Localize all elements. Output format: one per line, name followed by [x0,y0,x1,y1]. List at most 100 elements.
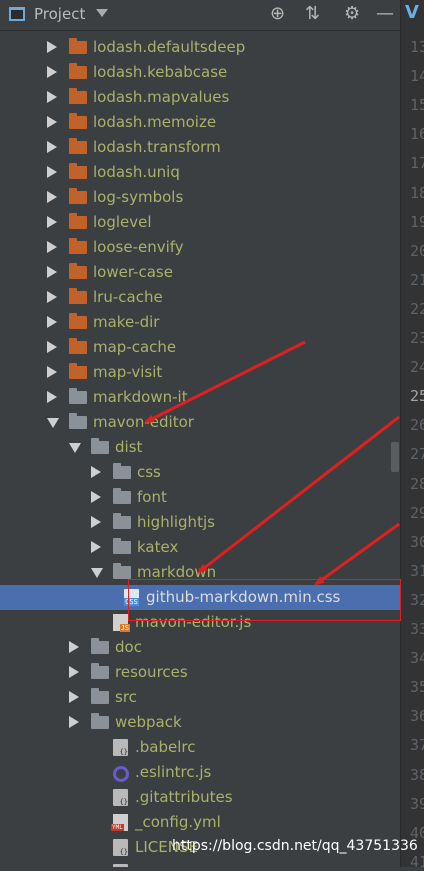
line-number: 36 [410,707,424,726]
watermark-text: https://blog.csdn.net/qq_43751336 [172,838,418,854]
chevron-right-icon[interactable] [47,91,57,103]
chevron-right-icon[interactable] [69,641,79,653]
chevron-down-icon[interactable] [69,443,81,453]
folder-icon [69,113,87,129]
chevron-right-icon[interactable] [91,516,101,528]
tree-row[interactable]: lodash.uniq [0,160,400,185]
tree-item-label: map-cache [93,338,177,356]
tree-item-label: .gitattributes [135,788,233,806]
tree-row[interactable]: mavon-editor [0,410,400,435]
collapse-all-icon[interactable]: ⇅ [305,4,320,24]
chevron-down-icon[interactable] [91,568,103,578]
tree-row[interactable]: map-visit [0,360,400,385]
settings-icon[interactable]: ⚙ [344,4,360,24]
tree-row[interactable]: font [0,485,400,510]
tree-row[interactable]: lower-case [0,260,400,285]
tree-scrollbar[interactable] [391,442,399,472]
tree-row[interactable]: {} .babelrc [0,735,400,760]
project-view-title[interactable]: Project [34,5,85,23]
tree-row[interactable]: loglevel [0,210,400,235]
tree-item-label: make-dir [93,313,160,331]
locate-icon[interactable]: ⊕ [270,4,285,24]
tree-item-label: .babelrc [135,738,196,756]
chevron-right-icon[interactable] [47,141,57,153]
tree-row[interactable]: CSS github-markdown.min.css [0,585,400,610]
line-number: 35 [410,678,424,697]
tree-row[interactable]: css [0,460,400,485]
tree-row[interactable]: map-cache [0,335,400,360]
line-number: 28 [410,474,424,493]
tree-item-label: webpack [115,713,182,731]
chevron-right-icon[interactable] [47,41,57,53]
tree-item-label: .eslintrc.js [135,763,212,781]
tree-row[interactable]: lodash.defaultsdeep [0,35,400,60]
tree-row[interactable]: loose-envify [0,235,400,260]
tree-row[interactable]: resources [0,660,400,685]
folder-icon [69,163,87,179]
css-file-icon: CSS [124,589,139,606]
tree-row[interactable]: {} [0,860,400,867]
tree-row[interactable]: doc [0,635,400,660]
hide-icon[interactable]: — [376,4,394,24]
tree-row[interactable]: webpack [0,710,400,735]
chevron-right-icon[interactable] [91,541,101,553]
chevron-right-icon[interactable] [91,466,101,478]
chevron-right-icon[interactable] [47,341,57,353]
folder-icon [91,688,109,704]
tree-row[interactable]: lodash.memoize [0,110,400,135]
folder-icon [113,513,131,529]
tree-row[interactable]: src [0,685,400,710]
dropdown-icon[interactable] [96,9,108,17]
line-number: 13 [410,38,424,56]
chevron-right-icon[interactable] [47,166,57,178]
tree-row[interactable]: dist [0,435,400,460]
tree-item-label: lodash.uniq [93,163,180,181]
chevron-right-icon[interactable] [69,691,79,703]
folder-icon [69,338,87,354]
folder-icon [91,438,109,454]
chevron-right-icon[interactable] [69,716,79,728]
chevron-right-icon[interactable] [47,266,57,278]
line-number: 32 [410,590,424,609]
tree-row[interactable]: .eslintrc.js [0,760,400,785]
tree-row[interactable]: make-dir [0,310,400,335]
line-number: 15 [410,96,424,115]
chevron-right-icon[interactable] [47,216,57,228]
tree-item-label: markdown [137,563,217,581]
tree-row[interactable]: lodash.kebabcase [0,60,400,85]
line-number: 22 [410,299,424,318]
tree-row[interactable]: lru-cache [0,285,400,310]
tree-row[interactable]: log-symbols [0,185,400,210]
chevron-right-icon[interactable] [47,191,57,203]
chevron-right-icon[interactable] [47,316,57,328]
editor-tab-letter[interactable]: V [405,2,419,23]
folder-icon [91,713,109,729]
tree-row[interactable]: lodash.mapvalues [0,85,400,110]
chevron-right-icon[interactable] [47,366,57,378]
tree-row[interactable]: YML _config.yml [0,810,400,835]
js-file-icon: JS [113,614,130,632]
chevron-right-icon[interactable] [69,666,79,678]
tree-row[interactable]: {} .gitattributes [0,785,400,810]
tree-row[interactable]: JS mavon-editor.js [0,610,400,635]
folder-icon [69,363,87,379]
project-tree[interactable]: lodash.defaultsdeep lodash.kebabcase lodas… [0,30,400,867]
tree-row[interactable]: markdown-it [0,385,400,410]
chevron-right-icon[interactable] [47,391,57,403]
chevron-right-icon[interactable] [91,491,101,503]
tree-item-label: lodash.defaultsdeep [93,38,246,56]
tree-item-label: lodash.transform [93,138,221,156]
tree-item-label: mavon-editor [93,413,194,431]
chevron-down-icon[interactable] [47,418,59,428]
project-window-icon[interactable] [9,7,25,21]
tree-row[interactable]: markdown [0,560,400,585]
chevron-right-icon[interactable] [47,116,57,128]
tree-row[interactable]: lodash.transform [0,135,400,160]
line-number: 18 [410,183,424,202]
chevron-right-icon[interactable] [47,241,57,253]
line-number: 27 [410,445,424,464]
chevron-right-icon[interactable] [47,291,57,303]
tree-row[interactable]: katex [0,535,400,560]
tree-row[interactable]: highlightjs [0,510,400,535]
chevron-right-icon[interactable] [47,66,57,78]
